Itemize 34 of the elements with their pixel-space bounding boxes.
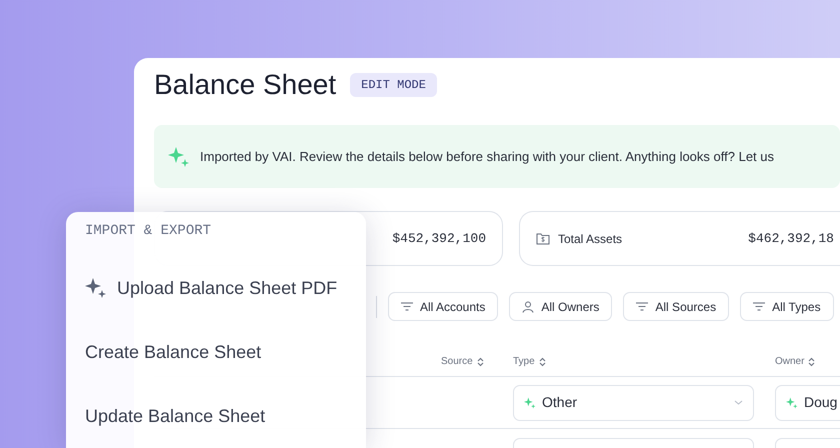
chevron-down-icon <box>734 400 743 405</box>
page-title: Balance Sheet <box>154 71 336 99</box>
menu-item[interactable]: Update Balance Sheet <box>85 402 347 430</box>
filter-icon <box>401 302 413 311</box>
owner-dropdown[interactable]: Doug <box>775 384 840 420</box>
filter-button[interactable]: All Types <box>740 292 834 321</box>
sort-icon <box>476 356 484 366</box>
sparkle-icon <box>524 396 536 408</box>
person-icon <box>522 300 534 312</box>
folder-dollar-icon <box>536 232 550 245</box>
filter-button[interactable]: All Sources <box>623 292 730 321</box>
stat-value: $462,392,18 <box>748 230 834 248</box>
banner-text: Imported by VAI. Review the details below before sharing with your client. Anything looks off? Let us <box>200 148 774 166</box>
sparkle-icon <box>786 396 798 408</box>
mode-badge: EDIT MODE <box>350 73 437 97</box>
column-header[interactable]: Type <box>513 354 546 369</box>
column-header[interactable]: Owner <box>775 354 816 369</box>
sort-icon <box>538 356 546 366</box>
sparkle-icon <box>85 277 107 299</box>
menu-item[interactable]: Upload Balance Sheet PDF <box>85 274 347 302</box>
filter-icon <box>753 302 766 311</box>
type-dropdown[interactable] <box>513 438 754 448</box>
sparkle-icon <box>168 146 190 168</box>
stat-label: Total Assets <box>558 230 622 248</box>
column-header[interactable]: Source <box>441 354 484 369</box>
menu-heading: IMPORT & EXPORT <box>85 222 212 240</box>
stat-value: $452,392,100 <box>392 230 486 248</box>
filter-icon <box>636 302 648 311</box>
sort-icon <box>808 356 816 366</box>
owner-dropdown[interactable] <box>775 438 840 448</box>
filter-button[interactable]: All Accounts <box>388 292 498 321</box>
filter-button[interactable]: All Owners <box>509 292 612 321</box>
menu-item[interactable]: Create Balance Sheet <box>85 338 347 366</box>
type-dropdown[interactable]: Other <box>513 384 754 420</box>
